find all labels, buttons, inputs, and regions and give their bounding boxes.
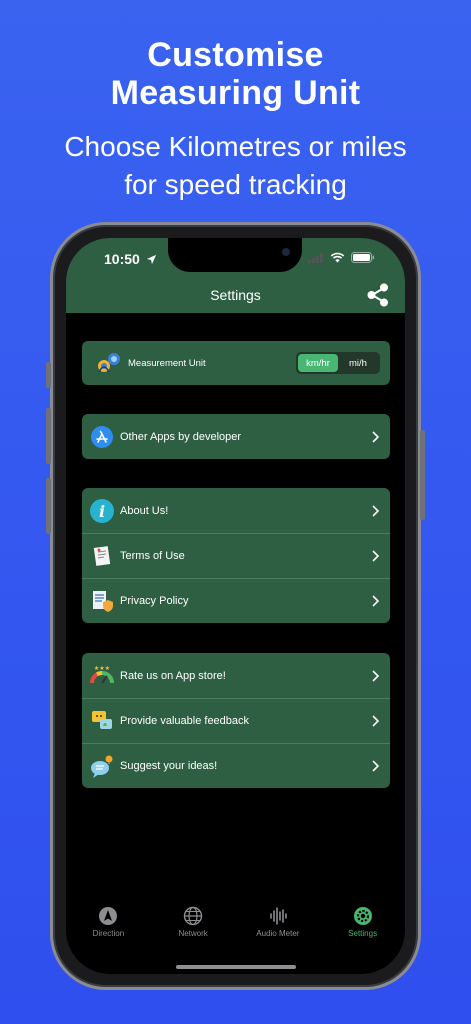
status-time: 10:50 xyxy=(104,251,157,267)
speed-units-icon xyxy=(98,353,120,373)
row-rate-us[interactable]: ★★★ Rate us on App store! xyxy=(82,653,390,698)
promo-subline: Choose Kilometres or miles for speed tra… xyxy=(0,128,471,204)
promo-subline-line2: for speed tracking xyxy=(124,169,347,200)
chevron-right-icon xyxy=(372,669,380,682)
tab-settings[interactable]: Settings xyxy=(323,906,403,956)
compass-icon xyxy=(99,907,118,925)
chevron-right-icon xyxy=(372,760,380,772)
rating-gauge-icon: ★★★ xyxy=(88,662,116,690)
tab-network-label: Network xyxy=(178,929,208,938)
row-other-apps-label: Other Apps by developer xyxy=(120,430,242,443)
row-privacy-label: Privacy Policy xyxy=(120,595,189,607)
tab-network[interactable]: Network xyxy=(153,906,233,956)
chevron-right-icon xyxy=(372,504,380,517)
feedback-card: ★★★ Rate us on App store! Provide valuab… xyxy=(82,653,390,788)
promo-headline: Customise Measuring Unit xyxy=(0,36,471,112)
status-icons xyxy=(308,252,375,263)
info-icon: i xyxy=(88,497,116,525)
idea-bubble-icon xyxy=(88,752,116,780)
terms-document-icon xyxy=(88,542,116,570)
row-rate-us-label: Rate us on App store! xyxy=(120,669,226,682)
promo-headline-line2: Measuring Unit xyxy=(110,74,361,112)
row-suggest-ideas[interactable]: Suggest your ideas! xyxy=(82,743,390,788)
row-provide-feedback[interactable]: Provide valuable feedback xyxy=(82,698,390,743)
promo-headline-line1: Customise xyxy=(147,36,324,74)
share-icon xyxy=(367,283,388,307)
feedback-chat-icon xyxy=(88,707,116,735)
tab-audio-meter-label: Audio Meter xyxy=(256,929,300,938)
cellular-signal-icon xyxy=(308,252,323,263)
other-apps-card: Other Apps by developer xyxy=(82,414,390,459)
info-card: i About Us! Terms of Use Privacy Policy xyxy=(82,488,390,623)
row-feedback-label: Provide valuable feedback xyxy=(120,715,250,727)
phone-power-button xyxy=(420,430,425,520)
phone-mute-switch xyxy=(46,362,51,388)
svg-text:i: i xyxy=(99,502,105,521)
row-ideas-label: Suggest your ideas! xyxy=(120,760,218,772)
home-indicator[interactable] xyxy=(176,965,296,969)
measurement-unit-card: Measurement Unit km/hr mi/h xyxy=(82,341,390,385)
waveform-icon xyxy=(270,907,287,925)
chevron-right-icon xyxy=(372,430,380,443)
phone-screen: 10:50 Settings Measurement Unit km/hr mi… xyxy=(66,238,405,974)
row-terms-of-use[interactable]: Terms of Use xyxy=(82,533,390,578)
measurement-unit-row: Measurement Unit km/hr mi/h xyxy=(82,341,390,385)
unit-segmented-control: km/hr mi/h xyxy=(296,352,380,374)
front-camera xyxy=(282,248,290,256)
chevron-right-icon xyxy=(372,715,380,727)
tab-audio-meter[interactable]: Audio Meter xyxy=(238,906,318,956)
status-time-text: 10:50 xyxy=(104,251,140,267)
phone-notch xyxy=(168,238,302,272)
globe-icon xyxy=(183,906,203,926)
row-privacy-policy[interactable]: Privacy Policy xyxy=(82,578,390,623)
tab-settings-label: Settings xyxy=(348,929,378,938)
row-other-apps[interactable]: Other Apps by developer xyxy=(82,414,390,459)
measurement-unit-label: Measurement Unit xyxy=(128,357,206,369)
app-store-icon xyxy=(88,423,116,451)
row-about-us-label: About Us! xyxy=(120,504,169,517)
share-button[interactable] xyxy=(365,282,391,313)
page-title: Settings xyxy=(210,287,261,303)
battery-icon xyxy=(351,252,375,263)
promo-subline-line1: Choose Kilometres or miles xyxy=(64,131,407,162)
privacy-policy-icon xyxy=(88,587,116,615)
row-about-us[interactable]: i About Us! xyxy=(82,488,390,533)
tab-direction-label: Direction xyxy=(92,929,125,938)
unit-option-kmhr[interactable]: km/hr xyxy=(298,354,338,372)
chevron-right-icon xyxy=(372,550,380,562)
tab-bar: Direction Network Audio Meter Settings xyxy=(66,906,405,956)
phone-volume-down xyxy=(46,478,51,534)
chevron-right-icon xyxy=(372,595,380,607)
wifi-icon xyxy=(330,252,345,263)
svg-text:★★★: ★★★ xyxy=(94,665,110,672)
unit-option-mih[interactable]: mi/h xyxy=(338,354,378,372)
gear-icon xyxy=(353,907,372,925)
tab-direction[interactable]: Direction xyxy=(68,906,148,956)
row-terms-label: Terms of Use xyxy=(120,550,185,562)
phone-volume-up xyxy=(46,408,51,464)
location-arrow-icon xyxy=(146,254,156,265)
